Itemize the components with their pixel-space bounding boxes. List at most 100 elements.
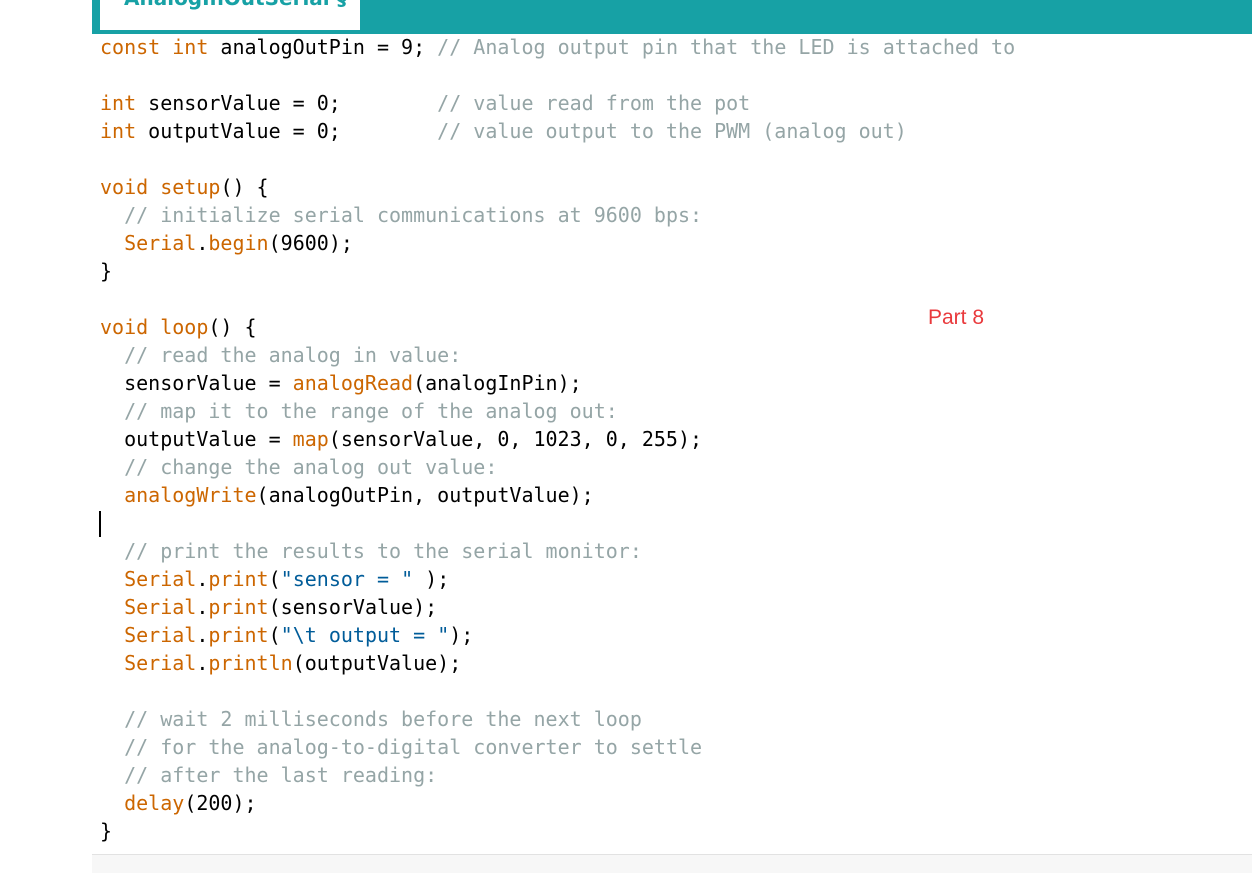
code-line[interactable]: analogWrite(analogOutPin, outputValue); <box>100 481 1015 509</box>
code-function: loop <box>160 315 209 339</box>
code-line[interactable] <box>100 285 1015 313</box>
code-line[interactable]: delay(200); <box>100 789 1015 817</box>
code-function: delay <box>124 791 185 815</box>
code-line[interactable]: Serial.print("\t output = "); <box>100 621 1015 649</box>
code-comment: // value read from the pot <box>437 91 751 115</box>
code-string: "\t output = " <box>280 623 450 647</box>
code-line[interactable]: int sensorValue = 0; // value read from … <box>100 89 1015 117</box>
code-line[interactable]: void setup() { <box>100 173 1015 201</box>
code-line[interactable]: const int analogOutPin = 9; // Analog ou… <box>100 33 1015 61</box>
code-string: "sensor = " <box>280 567 414 591</box>
code-keyword: int <box>100 119 137 143</box>
code-line[interactable]: // wait 2 milliseconds before the next l… <box>100 705 1015 733</box>
code-keyword: const <box>100 35 161 59</box>
code-line[interactable]: // map it to the range of the analog out… <box>100 397 1015 425</box>
code-text: ); <box>449 623 474 647</box>
code-text: } <box>100 259 113 283</box>
code-function: print <box>208 595 269 619</box>
code-line[interactable]: Serial.print("sensor = " ); <box>100 565 1015 593</box>
code-line[interactable]: Serial.begin(9600); <box>100 229 1015 257</box>
code-text: . <box>196 651 209 675</box>
code-text: (9600); <box>268 231 353 255</box>
code-keyword: int <box>100 91 137 115</box>
code-text: analogOutPin = 9; <box>208 35 438 59</box>
code-text: (outputValue); <box>292 651 462 675</box>
code-editor[interactable]: const int analogOutPin = 9; // Analog ou… <box>92 34 1252 854</box>
code-line[interactable] <box>100 61 1015 89</box>
code-line[interactable]: void loop() { <box>100 313 1015 341</box>
code-line[interactable] <box>100 509 1015 537</box>
code-comment: // initialize serial communications at 9… <box>124 203 703 227</box>
code-comment: // print the results to the serial monit… <box>124 539 642 563</box>
code-line[interactable] <box>100 677 1015 705</box>
code-area[interactable]: const int analogOutPin = 9; // Analog ou… <box>100 33 1015 845</box>
code-text: . <box>196 623 209 647</box>
code-function: Serial <box>124 231 197 255</box>
code-keyword: int <box>172 35 209 59</box>
code-function: print <box>208 623 269 647</box>
code-text: ( <box>268 623 281 647</box>
code-comment: // change the analog out value: <box>124 455 498 479</box>
code-function: Serial <box>124 651 197 675</box>
code-text: (sensorValue, 0, 1023, 0, 255); <box>328 427 703 451</box>
editor-tab-bar: AnalogInOutSerial § <box>92 0 1252 34</box>
code-comment: // for the analog-to-digital converter t… <box>124 735 703 759</box>
code-text: sensorValue = <box>100 371 293 395</box>
code-text: outputValue = 0; <box>136 119 438 143</box>
code-line[interactable]: int outputValue = 0; // value output to … <box>100 117 1015 145</box>
code-line[interactable]: } <box>100 817 1015 845</box>
code-line[interactable]: Serial.println(outputValue); <box>100 649 1015 677</box>
code-comment: // wait 2 milliseconds before the next l… <box>124 707 642 731</box>
code-line[interactable]: // change the analog out value: <box>100 453 1015 481</box>
code-text: } <box>100 819 113 843</box>
code-text: sensorValue = 0; <box>136 91 438 115</box>
code-text: (analogOutPin, outputValue); <box>256 483 594 507</box>
code-text: () { <box>208 315 257 339</box>
code-function: begin <box>208 231 269 255</box>
code-text: . <box>196 231 209 255</box>
code-function: Serial <box>124 623 197 647</box>
code-comment: // after the last reading: <box>124 763 438 787</box>
code-function: Serial <box>124 567 197 591</box>
code-line[interactable]: // read the analog in value: <box>100 341 1015 369</box>
code-line[interactable]: // print the results to the serial monit… <box>100 537 1015 565</box>
code-keyword: void <box>100 315 149 339</box>
code-line[interactable] <box>100 145 1015 173</box>
code-text: . <box>196 595 209 619</box>
tab-sketch[interactable]: AnalogInOutSerial § <box>100 0 360 30</box>
code-text: ( <box>268 567 281 591</box>
code-line[interactable]: // initialize serial communications at 9… <box>100 201 1015 229</box>
code-function: Serial <box>124 595 197 619</box>
code-function: analogWrite <box>124 483 257 507</box>
code-line[interactable]: // after the last reading: <box>100 761 1015 789</box>
code-comment: // map it to the range of the analog out… <box>124 399 618 423</box>
code-text: (200); <box>184 791 257 815</box>
part-annotation: Part 8 <box>928 306 985 329</box>
code-line[interactable]: Serial.print(sensorValue); <box>100 593 1015 621</box>
code-text: () { <box>220 175 269 199</box>
code-line[interactable]: outputValue = map(sensorValue, 0, 1023, … <box>100 425 1015 453</box>
code-function: analogRead <box>292 371 414 395</box>
code-line[interactable]: } <box>100 257 1015 285</box>
code-text: . <box>196 567 209 591</box>
code-text: (analogInPin); <box>413 371 582 395</box>
code-comment: // read the analog in value: <box>124 343 462 367</box>
code-line[interactable]: // for the analog-to-digital converter t… <box>100 733 1015 761</box>
code-function: println <box>208 651 293 675</box>
code-function: map <box>292 427 329 451</box>
code-function: setup <box>160 175 221 199</box>
code-line[interactable]: sensorValue = analogRead(analogInPin); <box>100 369 1015 397</box>
